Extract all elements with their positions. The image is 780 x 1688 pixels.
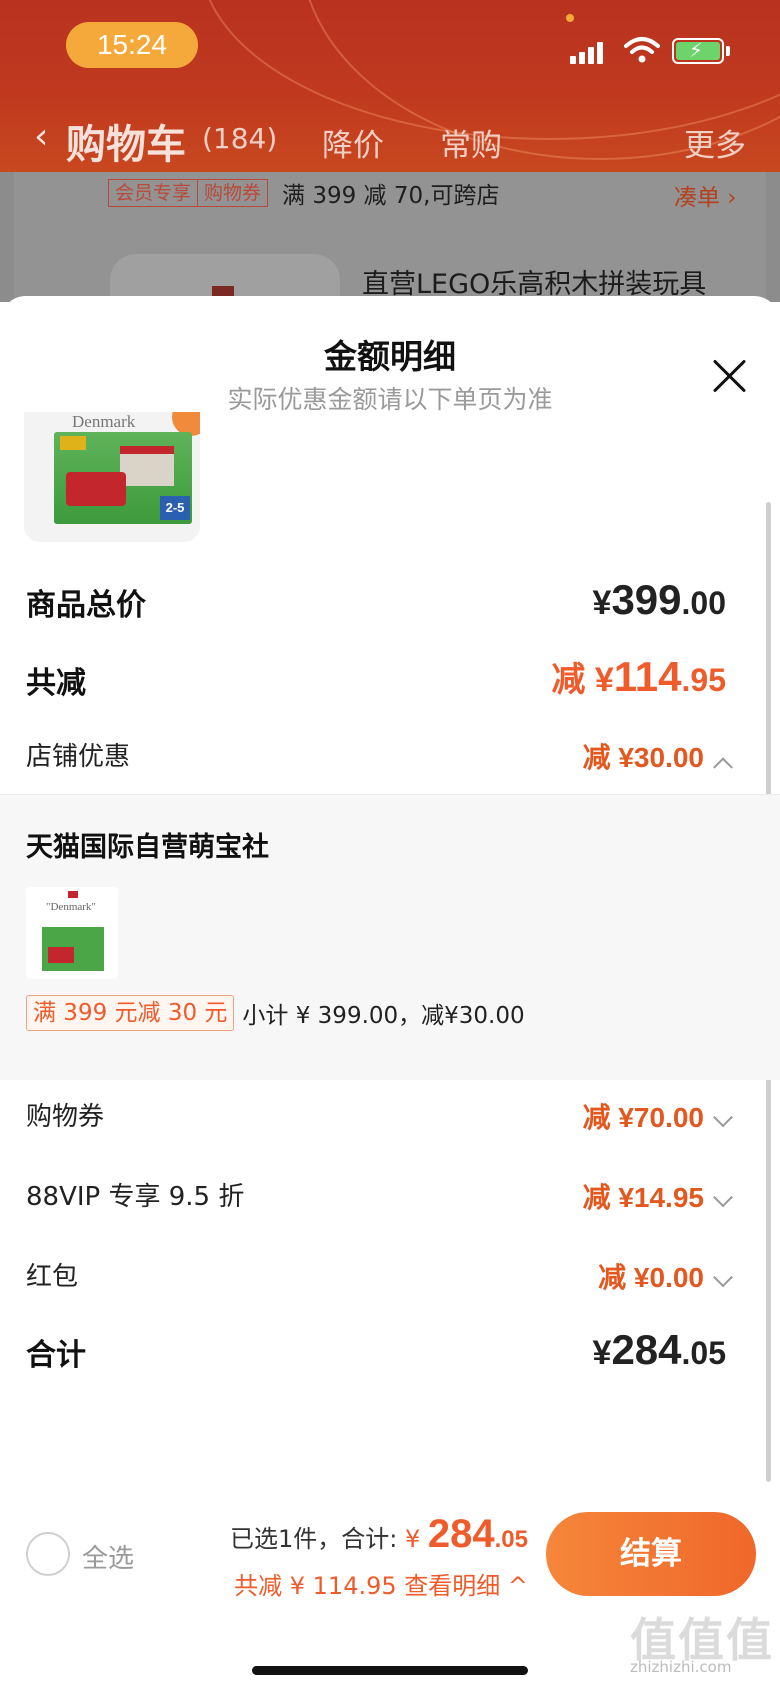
goods-total-row: 商品总价 ¥399.00 [26, 576, 726, 630]
member-tag: 会员专享 [108, 179, 199, 207]
total-currency: ¥ [404, 1525, 421, 1553]
coupon-tag: 购物券 [197, 179, 269, 207]
battery-icon: ⚡ [672, 38, 724, 64]
tab-frequent[interactable]: 常购 [440, 120, 502, 165]
grand-total-row: 合计 ¥284.05 [26, 1326, 726, 1384]
goods-total-value: ¥399.00 [592, 576, 726, 623]
privacy-indicator-icon [566, 14, 574, 22]
amount-detail-sheet: 金额明细 实际优惠金额请以下单页为准 Denmark 2-5 商品总价 ¥399… [0, 296, 780, 1688]
selected-prefix: 已选1件，合计: [229, 1525, 405, 1553]
total-reduce-label: 共减 [26, 666, 86, 701]
vip-discount-label: 88VIP 专享 9.5 折 [26, 1182, 245, 1212]
chevron-down-icon[interactable] [713, 1266, 733, 1287]
checkout-button[interactable]: 结算 [546, 1512, 756, 1596]
coupon-value: 减 ¥70.00 [582, 1102, 704, 1133]
view-detail-link[interactable]: 共减 ¥ 114.95 查看明细 ^ [234, 1566, 528, 1601]
coupon-text: 满 399 减 70,可跨店 [282, 183, 500, 209]
total-reduce-row: 共减 减 ¥114.95 [26, 653, 726, 708]
coupon-label: 购物券 [26, 1102, 105, 1132]
chevron-up-icon[interactable] [713, 756, 733, 777]
red-packet-value: 减 ¥0.00 [598, 1262, 704, 1293]
grand-total-value: ¥284.05 [592, 1326, 726, 1373]
back-button[interactable]: ‹ [34, 116, 48, 157]
chevron-down-icon[interactable] [713, 1106, 733, 1127]
coupon-row[interactable]: 购物券 减 ¥70.00 [26, 1096, 733, 1140]
sheet-subtitle: 实际优惠金额请以下单页为准 [227, 385, 553, 414]
product-image-text: Denmark [72, 412, 136, 431]
cart-nav-bar: ‹ 购物车 (184) 降价 常购 更多 [0, 108, 780, 168]
add-items-link[interactable]: 凑单 › [674, 178, 737, 212]
close-icon[interactable] [710, 356, 750, 396]
select-all-checkbox[interactable] [26, 1532, 70, 1576]
home-indicator[interactable] [252, 1666, 528, 1675]
tab-price-drop[interactable]: 降价 [322, 120, 384, 165]
page-title: 购物车 [66, 122, 186, 168]
vip-discount-row[interactable]: 88VIP 专享 9.5 折 减 ¥14.95 [26, 1176, 733, 1220]
shop-discount-panel: 天猫国际自营萌宝社 "Denmark" 满 399 元减 30 元 小计 ¥ 3… [0, 794, 780, 1080]
goods-total-label: 商品总价 [26, 588, 146, 623]
cart-count: (184) [202, 122, 278, 155]
chevron-down-icon[interactable] [713, 1186, 733, 1207]
sheet-title: 金额明细 [324, 337, 456, 376]
select-all-label[interactable]: 全选 [82, 1538, 134, 1575]
promo-tag: 满 399 元减 30 元 [26, 995, 235, 1031]
selected-summary: 已选1件，合计: ¥ 284.05 [230, 1512, 528, 1557]
shop-promo: 满 399 元减 30 元 小计 ¥ 399.00，减¥30.00 [26, 995, 525, 1031]
store-discount-label: 店铺优惠 [26, 742, 131, 772]
battery-tip [726, 46, 730, 56]
grand-total-label: 合计 [26, 1338, 86, 1373]
shop-product-thumbnail: "Denmark" [26, 887, 118, 979]
product-image: Denmark 2-5 [24, 412, 200, 542]
footer-total-int: 284 [427, 1512, 495, 1556]
more-button[interactable]: 更多 [684, 120, 746, 165]
vip-discount-value: 减 ¥14.95 [582, 1182, 704, 1213]
lego-box-art: 2-5 [54, 432, 192, 524]
background-coupon-row: 会员专享 购物券 满 399 减 70,可跨店 [108, 178, 500, 209]
watermark-url: zhizhizhi.com [630, 1658, 732, 1676]
cellular-signal-icon [570, 42, 604, 64]
shop-name: 天猫国际自营萌宝社 [26, 832, 269, 863]
red-packet-label: 红包 [26, 1262, 79, 1292]
checkout-bar: 全选 已选1件，合计: ¥ 284.05 共减 ¥ 114.95 查看明细 ^ … [0, 1498, 780, 1688]
store-discount-row[interactable]: 店铺优惠 减 ¥30.00 [26, 736, 733, 780]
footer-total-dec: .05 [494, 1526, 528, 1553]
status-time: 15:24 [66, 22, 198, 68]
red-packet-row[interactable]: 红包 减 ¥0.00 [26, 1256, 733, 1300]
wifi-icon [624, 37, 660, 63]
promo-subtotal: 小计 ¥ 399.00，减¥30.00 [242, 1003, 525, 1029]
store-discount-value: 减 ¥30.00 [582, 742, 704, 773]
shop-thumb-text: "Denmark" [46, 901, 96, 913]
total-reduce-value: 减 ¥114.95 [551, 653, 726, 700]
